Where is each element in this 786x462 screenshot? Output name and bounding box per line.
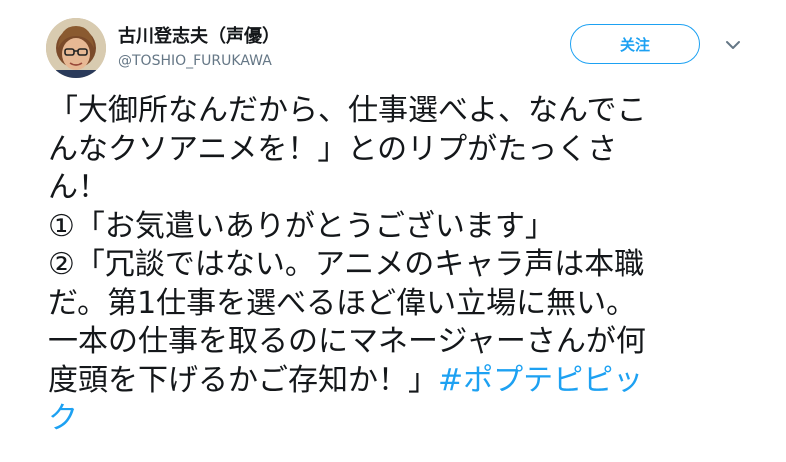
tweet-text-line: だ。第1仕事を選べるほど偉い立場に無い。: [48, 285, 637, 321]
tweet-text-line: ②「冗談ではない。アニメのキャラ声は本職: [48, 247, 645, 282]
tweet-card: 古川登志夫（声優） @TOSHIO_FURUKAWA 关注 「大御所なんだから、…: [0, 0, 786, 462]
avatar[interactable]: [46, 18, 106, 78]
tweet-text: 「大御所なんだから、仕事選べよ、なんでこ んなクソアニメを！」とのリプがたっくさ…: [48, 92, 778, 439]
avatar-photo: [46, 18, 106, 78]
tweet-text-line: ク: [48, 400, 778, 439]
tweet-text-line: ん！: [48, 170, 108, 205]
tweet-text-line: んなクソアニメを！」とのリプがたっくさ: [48, 131, 618, 167]
tweet-text-line: 一本の仕事を取るのにマネージャーさんが何: [48, 324, 646, 359]
user-handle[interactable]: @TOSHIO_FURUKAWA: [118, 53, 272, 69]
tweet-text-segment: 度頭を下げるかご存知か！」: [48, 362, 438, 398]
tweet-text-line: 「大御所なんだから、仕事選べよ、なんでこ: [48, 93, 647, 128]
tweet-text-line: ①「お気遣いありがとうございます」: [48, 208, 555, 244]
hashtag-link[interactable]: ク: [48, 401, 78, 436]
tweet-text-line: 度頭を下げるかご存知か！」#ポプテピピッ: [48, 362, 778, 401]
display-name[interactable]: 古川登志夫（声優）: [118, 22, 280, 48]
chevron-down-icon[interactable]: [724, 38, 742, 52]
hashtag-link[interactable]: #ポプテピピッ: [438, 363, 643, 398]
follow-button[interactable]: 关注: [570, 24, 700, 64]
